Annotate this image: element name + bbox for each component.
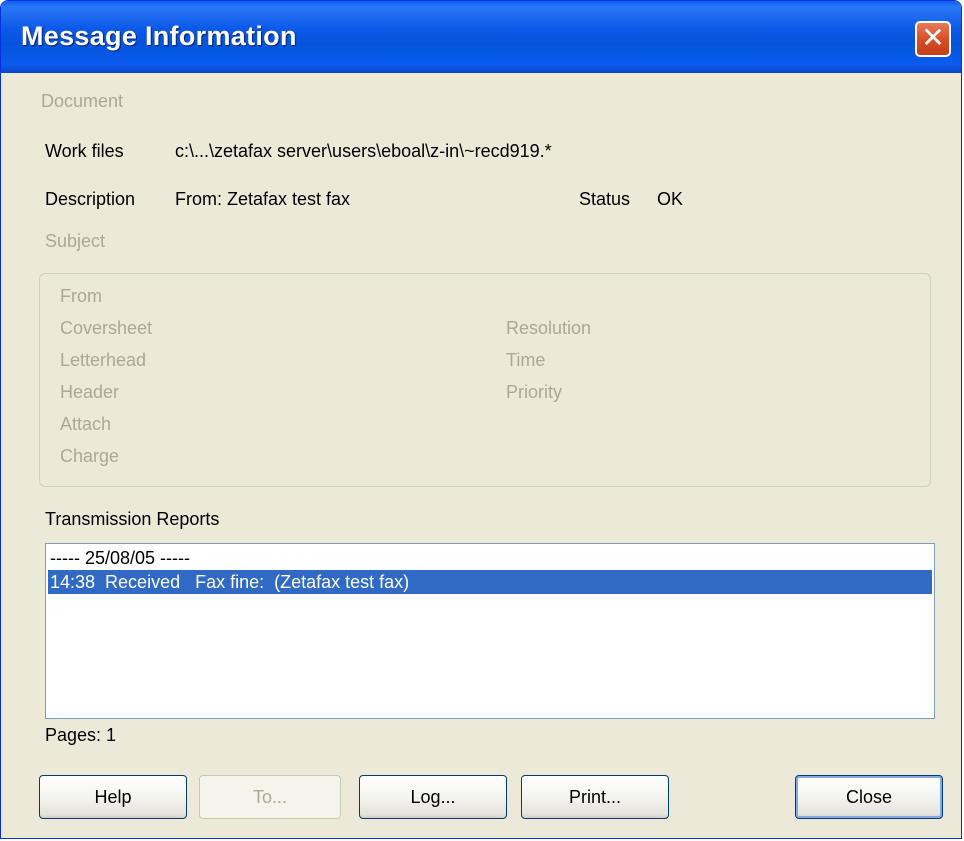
help-button[interactable]: Help <box>39 775 187 819</box>
dialog-body: Document Work files c:\...\zetafax serve… <box>5 73 957 834</box>
close-button[interactable]: Close <box>795 775 943 819</box>
time-label: Time <box>506 350 546 370</box>
resolution-label: Resolution <box>506 318 592 338</box>
status-value: OK <box>657 189 684 209</box>
status-label: Status <box>579 189 631 209</box>
list-item-date-separator[interactable]: ----- 25/08/05 ----- <box>48 546 932 570</box>
letterhead-label: Letterhead <box>60 350 147 370</box>
subject-label: Subject <box>45 231 106 251</box>
coversheet-label: Coversheet <box>60 318 153 338</box>
attach-label: Attach <box>60 414 112 434</box>
work-files-label: Work files <box>45 141 124 161</box>
log-button[interactable]: Log... <box>359 775 507 819</box>
list-item-received[interactable]: 14:38 Received Fax fine: (Zetafax test f… <box>48 570 932 594</box>
work-files-value: c:\...\zetafax server\users\eboal\z-in\~… <box>175 141 552 161</box>
details-group-box: From Coversheet Letterhead Header Attach… <box>39 273 931 487</box>
message-information-window: Message Information ✕ Document Work file… <box>0 0 962 839</box>
priority-label: Priority <box>506 382 563 402</box>
document-heading: Document <box>41 91 124 111</box>
print-button[interactable]: Print... <box>521 775 669 819</box>
transmission-reports-label: Transmission Reports <box>45 509 220 529</box>
description-label: Description <box>45 189 136 209</box>
pages-count: Pages: 1 <box>45 725 117 745</box>
title-bar[interactable]: Message Information ✕ <box>1 1 961 73</box>
window-title: Message Information <box>21 21 297 51</box>
charge-label: Charge <box>60 446 120 466</box>
description-value: From: Zetafax test fax <box>175 189 351 209</box>
from-label: From <box>60 286 102 306</box>
to-button[interactable]: To... <box>199 775 341 819</box>
transmission-reports-list[interactable]: ----- 25/08/05 ----- 14:38 Received Fax … <box>45 543 935 719</box>
close-icon[interactable]: ✕ <box>915 21 951 57</box>
header-label: Header <box>60 382 120 402</box>
